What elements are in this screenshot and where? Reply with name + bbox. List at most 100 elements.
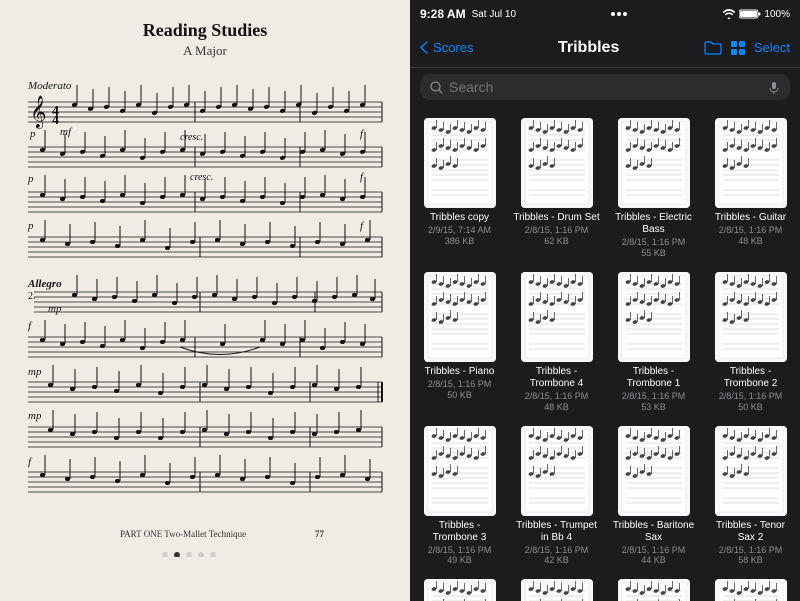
file-thumbnail xyxy=(618,426,690,516)
file-name: Tribbles - Trombone 3 xyxy=(416,520,503,544)
svg-text:mp: mp xyxy=(28,410,42,422)
folder-icon xyxy=(704,40,722,56)
file-date: 2/8/15, 1:16 PM xyxy=(525,391,589,402)
svg-text:p: p xyxy=(27,220,34,232)
sheet-title: Reading Studies xyxy=(20,20,390,41)
list-item[interactable]: Tribbles - Trumpet in Bb 42/8/15, 1:16 P… xyxy=(511,422,602,570)
file-date: 2/8/15, 1:16 PM xyxy=(719,391,783,402)
svg-text:p: p xyxy=(29,128,36,140)
list-item[interactable]: Tribbles - Drum Set2/8/15, 1:16 PM62 KB xyxy=(511,114,602,262)
file-size: 50 KB xyxy=(738,402,763,412)
back-button[interactable]: Scores xyxy=(420,40,473,55)
list-item[interactable]: Tribbles copy2/9/15, 7:14 AM386 KB xyxy=(414,114,505,262)
grid-icon xyxy=(730,40,746,56)
file-thumbnail xyxy=(618,272,690,362)
svg-text:f: f xyxy=(360,128,365,140)
list-item[interactable]: Tribbles - Trombone 22/8/15, 1:16 PM50 K… xyxy=(705,268,796,416)
list-item[interactable]: Tribbles - Trombone 12/8/15, 1:16 PM53 K… xyxy=(608,268,699,416)
file-thumbnail xyxy=(521,426,593,516)
file-thumbnail xyxy=(424,118,496,208)
grid-view-button[interactable] xyxy=(730,40,746,56)
file-browser-panel: 9:28 AM Sat Jul 10 100% Scores xyxy=(410,0,800,601)
list-item[interactable]: Tribbles - Piano2/8/15, 1:16 PM50 KB xyxy=(414,268,505,416)
svg-text:4: 4 xyxy=(52,113,59,128)
file-size: 58 KB xyxy=(738,555,763,565)
file-size: 48 KB xyxy=(738,236,763,246)
list-item[interactable]: Tribbles - Trombone 42/8/15, 1:16 PM48 K… xyxy=(511,268,602,416)
file-thumbnail xyxy=(715,118,787,208)
file-date: 2/9/15, 7:14 AM xyxy=(428,225,491,236)
list-item[interactable]: Tribbles - Guitar2/8/15, 1:16 PM48 KB xyxy=(705,114,796,262)
file-size: 49 KB xyxy=(447,555,472,565)
nav-title: Tribbles xyxy=(558,39,619,57)
select-button[interactable]: Select xyxy=(754,40,790,55)
list-item[interactable]: Tribbles - Tenor Sax 22/8/15, 1:16 PM58 … xyxy=(705,422,796,570)
file-thumbnail xyxy=(424,272,496,362)
status-time: 9:28 AM xyxy=(420,7,466,21)
svg-text:PART ONE Two-Mallet Technique: PART ONE Two-Mallet Technique xyxy=(120,529,246,539)
status-bar: 9:28 AM Sat Jul 10 100% xyxy=(410,0,800,28)
list-item[interactable]: Tribbles - Electric Bass2/8/15, 1:16 PM5… xyxy=(608,114,699,262)
list-item[interactable]: Tribbles - Trumpet in Bb 22/8/15, 1:16 P… xyxy=(511,575,602,601)
file-thumbnail xyxy=(521,579,593,601)
file-name: Tribbles - Electric Bass xyxy=(610,212,697,236)
battery-percent: 100% xyxy=(764,9,790,20)
file-thumbnail xyxy=(521,272,593,362)
file-grid: Tribbles copy2/9/15, 7:14 AM386 KB xyxy=(410,106,800,601)
wifi-icon xyxy=(722,9,736,19)
svg-text:f: f xyxy=(28,320,33,332)
search-input[interactable] xyxy=(449,79,762,95)
svg-text:Moderato: Moderato xyxy=(27,80,72,92)
file-thumbnail xyxy=(424,426,496,516)
svg-text:mf: mf xyxy=(60,126,73,138)
status-icons: 100% xyxy=(722,9,790,20)
sheet-music-panel: Reading Studies A Major Moderato 𝄞 4 4 m… xyxy=(0,0,410,601)
svg-text:f: f xyxy=(28,456,33,468)
music-notation: Moderato 𝄞 4 4 mf xyxy=(20,67,390,557)
list-item[interactable]: Tribbles - Baritone Sax2/8/15, 1:16 PM44… xyxy=(608,422,699,570)
file-name: Tribbles - Baritone Sax xyxy=(610,520,697,544)
file-date: 2/8/15, 1:16 PM xyxy=(719,545,783,556)
file-name: Tribbles - Trombone 2 xyxy=(707,366,794,390)
file-size: 53 KB xyxy=(641,402,666,412)
file-date: 2/8/15, 1:16 PM xyxy=(719,225,783,236)
list-item[interactable]: Tribbles - Trumpet in Bb 12/8/15, 1:16 P… xyxy=(414,575,505,601)
file-size: 50 KB xyxy=(447,390,472,400)
file-date: 2/8/15, 1:16 PM xyxy=(525,545,589,556)
file-name: Tribbles - Piano xyxy=(425,366,495,378)
signal-dots xyxy=(611,12,627,16)
file-name: Tribbles - Trombone 4 xyxy=(513,366,600,390)
svg-text:mp: mp xyxy=(48,303,62,315)
search-wrapper xyxy=(420,74,790,100)
file-name: Tribbles - Trumpet in Bb 4 xyxy=(513,520,600,544)
file-size: 62 KB xyxy=(544,236,569,246)
search-icon xyxy=(430,81,443,94)
svg-text:f: f xyxy=(360,220,365,232)
list-item[interactable]: Tribbles - Alto Sax 12/8/15, 1:16 PM62 K… xyxy=(705,575,796,601)
file-date: 2/8/15, 1:16 PM xyxy=(622,545,686,556)
file-name: Tribbles - Guitar xyxy=(715,212,786,224)
file-size: 386 KB xyxy=(445,236,475,246)
list-item[interactable]: Tribbles - Trombone 32/8/15, 1:16 PM49 K… xyxy=(414,422,505,570)
chevron-left-icon xyxy=(420,41,428,54)
svg-text:cresc.: cresc. xyxy=(190,172,213,183)
file-date: 2/8/15, 1:16 PM xyxy=(428,379,492,390)
svg-text:2.: 2. xyxy=(28,291,36,302)
svg-text:Allegro: Allegro xyxy=(27,278,62,290)
file-thumbnail xyxy=(521,118,593,208)
file-date: 2/8/15, 1:16 PM xyxy=(622,391,686,402)
sheet-subtitle: A Major xyxy=(20,43,390,59)
file-name: Tribbles copy xyxy=(430,212,489,224)
file-size: 42 KB xyxy=(544,555,569,565)
file-thumbnail xyxy=(715,272,787,362)
folder-button[interactable] xyxy=(704,40,722,56)
file-thumbnail xyxy=(618,579,690,601)
battery-icon xyxy=(739,9,761,19)
list-item[interactable]: Tribbles - Trumpet in Bb 32/8/15, 1:16 P… xyxy=(608,575,699,601)
file-size: 55 KB xyxy=(641,248,666,258)
back-label: Scores xyxy=(433,40,473,55)
file-thumbnail xyxy=(715,426,787,516)
file-name: Tribbles - Tenor Sax 2 xyxy=(707,520,794,544)
status-date: Sat Jul 10 xyxy=(472,9,516,20)
file-date: 2/8/15, 1:16 PM xyxy=(622,237,686,248)
